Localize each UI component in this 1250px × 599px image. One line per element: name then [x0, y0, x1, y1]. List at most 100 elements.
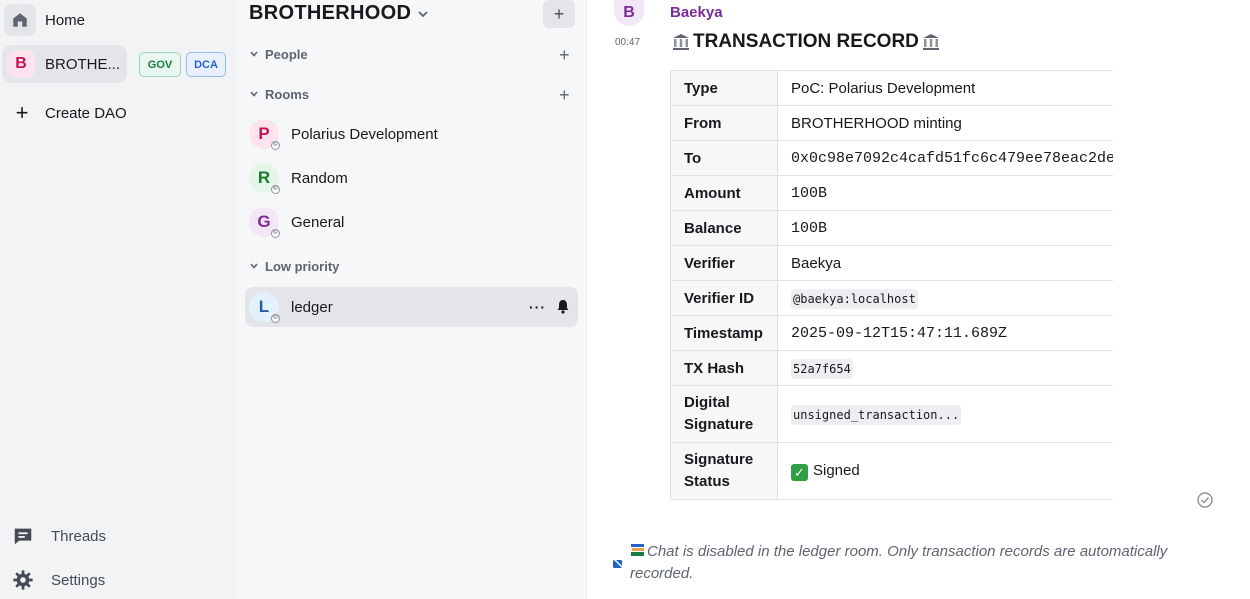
- books-icon: [631, 544, 644, 556]
- row-key: Digital Signature: [670, 385, 778, 443]
- tx-hash-code: 52a7f654: [791, 358, 853, 379]
- more-options-icon[interactable]: ···: [529, 299, 546, 315]
- table-row: Balance 100B: [670, 210, 1113, 246]
- create-dao-button[interactable]: + Create DAO: [12, 98, 127, 128]
- space-panel: Home B BROTHE... GOV DCA + Create DAO Th…: [0, 0, 237, 599]
- public-room-icon: ©: [271, 314, 280, 323]
- room-initial: L: [258, 297, 270, 316]
- row-value: 2025-09-12T15:47:11.689Z: [777, 315, 1113, 351]
- room-item-polarius-development[interactable]: P © Polarius Development: [245, 114, 578, 154]
- gov-badge[interactable]: GOV: [139, 52, 181, 77]
- room-item-ledger[interactable]: L © ledger ···: [245, 287, 578, 327]
- row-key: Type: [670, 70, 778, 106]
- sender-avatar[interactable]: B: [614, 0, 644, 26]
- section-label: People: [265, 46, 308, 62]
- room-item-random[interactable]: R © Random: [245, 158, 578, 198]
- room-list: BROTHERHOOD + People + Rooms + P © Polar…: [237, 0, 587, 599]
- public-room-icon: ©: [271, 229, 280, 238]
- read-receipt-icon[interactable]: [1196, 491, 1214, 509]
- room-name: Polarius Development: [291, 125, 438, 143]
- home-icon: [4, 4, 36, 36]
- bank-icon: [922, 34, 939, 50]
- row-value: 100B: [777, 175, 1113, 211]
- bank-icon: [673, 34, 689, 50]
- row-value: 0x0c98e7092c4cafd51fc6c479ee78eac2dec: [777, 140, 1113, 176]
- table-row: TX Hash 52a7f654: [670, 350, 1113, 386]
- threads-icon: [14, 528, 32, 545]
- room-initial: P: [258, 124, 270, 143]
- check-icon: ✓: [791, 463, 808, 481]
- threads-button[interactable]: Threads: [12, 521, 106, 551]
- settings-label: Settings: [51, 571, 106, 589]
- row-value-cell: @baekya:localhost: [777, 280, 1113, 316]
- notice-indicator-icon: [613, 558, 624, 569]
- message-heading: TRANSACTION RECORD: [669, 31, 943, 53]
- room-name: ledger: [291, 298, 333, 316]
- row-key: To: [670, 140, 778, 176]
- signature-code: unsigned_transaction...: [791, 404, 962, 425]
- section-people[interactable]: People: [249, 44, 308, 64]
- transaction-table: Type PoC: Polarius Development From BROT…: [670, 70, 1113, 501]
- table-row: Timestamp 2025-09-12T15:47:11.689Z: [670, 315, 1113, 351]
- space-title-menu[interactable]: BROTHERHOOD: [249, 0, 429, 27]
- plus-icon: +: [15, 100, 29, 125]
- timeline: B Baekya 00:47 TRANSACTION RECORD Type P…: [587, 0, 1250, 599]
- row-key: TX Hash: [670, 350, 778, 386]
- room-avatar: R ©: [249, 163, 280, 194]
- section-rooms[interactable]: Rooms: [249, 84, 309, 104]
- table-row: From BROTHERHOOD minting: [670, 105, 1113, 141]
- add-room-button[interactable]: +: [559, 86, 570, 104]
- chevron-down-icon: [418, 10, 428, 17]
- row-key: Verifier ID: [670, 280, 778, 316]
- signature-status: Signed: [813, 461, 860, 479]
- room-avatar: L ©: [249, 292, 280, 323]
- room-initial: R: [257, 168, 271, 187]
- section-label: Rooms: [265, 86, 310, 102]
- chevron-down-icon: [250, 91, 258, 97]
- row-value: BROTHERHOOD minting: [777, 105, 1113, 141]
- gear-icon: [13, 570, 33, 590]
- room-item-general[interactable]: G © General: [245, 202, 578, 242]
- sender-name[interactable]: Baekya: [670, 4, 723, 21]
- room-name: Random: [291, 169, 348, 187]
- message-timestamp: 00:47: [615, 37, 641, 48]
- row-key: From: [670, 105, 778, 141]
- table-row: Verifier ID @baekya:localhost: [670, 280, 1113, 316]
- chevron-down-icon: [250, 51, 258, 57]
- table-row: Type PoC: Polarius Development: [670, 70, 1113, 106]
- section-low-priority[interactable]: Low priority: [249, 256, 339, 276]
- space-add-button[interactable]: +: [543, 0, 575, 28]
- row-value-cell: unsigned_transaction...: [777, 385, 1113, 443]
- chevron-down-icon: [250, 263, 258, 269]
- row-key: Timestamp: [670, 315, 778, 351]
- table-row: Verifier Baekya: [670, 245, 1113, 281]
- room-initial: G: [257, 212, 271, 231]
- row-key: Amount: [670, 175, 778, 211]
- room-avatar: G ©: [249, 207, 280, 238]
- home-item[interactable]: Home: [4, 0, 85, 40]
- verifier-id-code: @baekya:localhost: [791, 288, 918, 309]
- home-label: Home: [45, 11, 86, 29]
- settings-button[interactable]: Settings: [12, 565, 105, 595]
- public-room-icon: ©: [271, 185, 280, 194]
- room-name: General: [291, 213, 345, 231]
- space-title: BROTHERHOOD: [249, 2, 412, 24]
- threads-label: Threads: [51, 527, 107, 545]
- dca-badge[interactable]: DCA: [186, 52, 226, 77]
- row-value: Baekya: [777, 245, 1113, 281]
- table-row: To 0x0c98e7092c4cafd51fc6c479ee78eac2dec: [670, 140, 1113, 176]
- row-key: Balance: [670, 210, 778, 246]
- notice-text: Chat is disabled in the ledger room. Onl…: [630, 543, 1168, 582]
- add-people-button[interactable]: +: [559, 46, 570, 64]
- section-label: Low priority: [265, 258, 340, 274]
- row-value-cell: ✓ Signed: [777, 442, 1113, 500]
- table-row: Amount 100B: [670, 175, 1113, 211]
- row-key: Verifier: [670, 245, 778, 281]
- row-value: PoC: Polarius Development: [777, 70, 1113, 106]
- row-value: 100B: [777, 210, 1113, 246]
- space-item-brotherhood[interactable]: B BROTHE...: [2, 45, 127, 83]
- space-name: BROTHE...: [45, 55, 121, 73]
- bell-icon[interactable]: [556, 299, 570, 314]
- create-dao-label: Create DAO: [45, 104, 127, 122]
- table-row: Signature Status ✓ Signed: [670, 442, 1113, 500]
